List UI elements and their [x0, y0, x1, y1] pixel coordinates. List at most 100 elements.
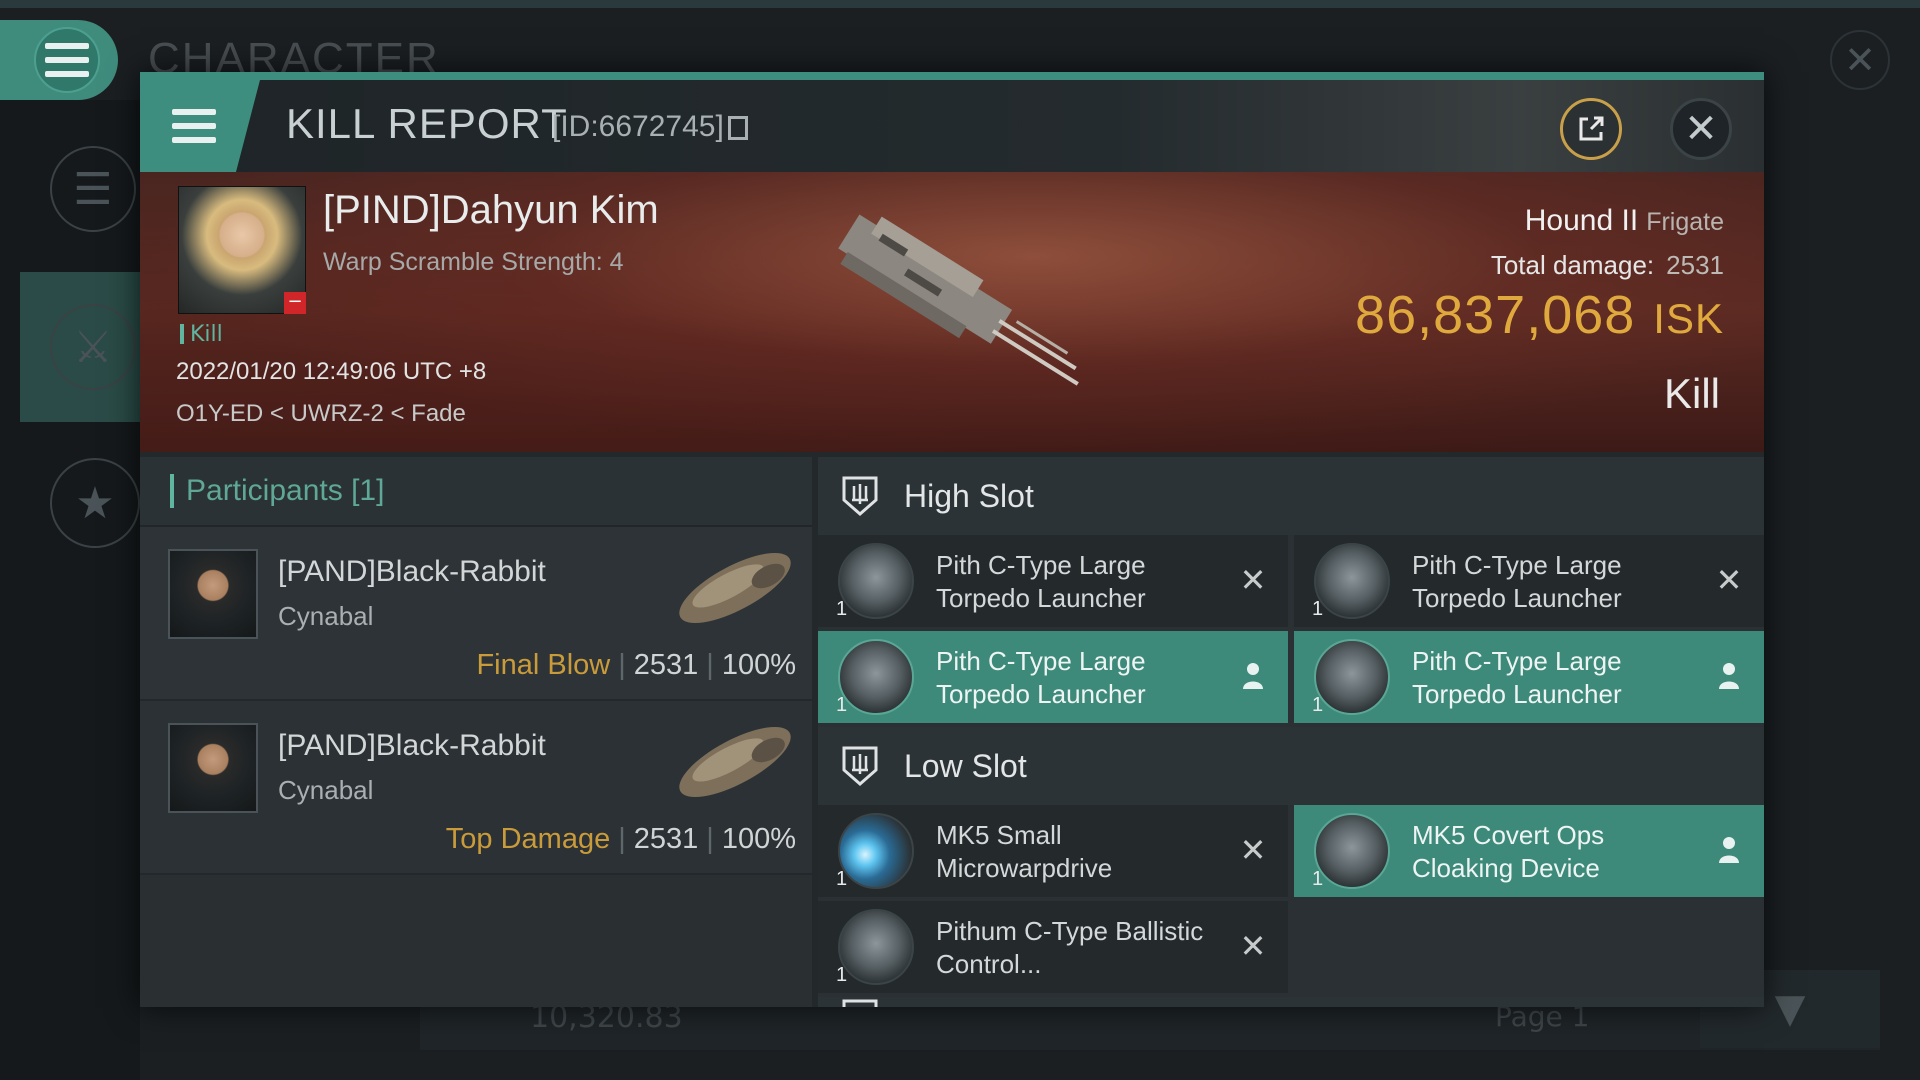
empty-slot: [1294, 901, 1764, 993]
low-slot-header: Low Slot: [818, 727, 1764, 805]
participant-avatar[interactable]: [168, 723, 258, 813]
module-item[interactable]: 1 Pith C-Type Large Torpedo Launcher: [1294, 631, 1764, 723]
kill-result-label: Kill: [1663, 370, 1720, 417]
module-name: MK5 Small Microwarpdrive: [936, 820, 1113, 883]
module-quantity: 1: [836, 964, 848, 986]
participant-damage: 2531: [633, 823, 699, 855]
module-item[interactable]: 1 Pith C-Type Large Torpedo Launcher: [818, 631, 1288, 723]
module-item[interactable]: 1 MK5 Covert Ops Cloaking Device: [1294, 805, 1764, 897]
participant-percent: 100%: [721, 649, 796, 681]
dropped-person-icon: [1714, 835, 1744, 865]
victim-banner: − [PIND]Dahyun Kim Warp Scramble Strengt…: [140, 172, 1764, 452]
participants-title: Participants [1]: [186, 474, 385, 507]
participant-name: [PAND]Black-Rabbit: [278, 729, 546, 762]
menu-icon: [34, 27, 100, 93]
participant-ship: Cynabal: [278, 601, 374, 631]
module-name: Pith C-Type Large Torpedo Launcher: [1412, 646, 1622, 709]
participants-header: Participants [1]: [140, 457, 812, 527]
module-quantity: 1: [1312, 694, 1324, 716]
modal-menu-button[interactable]: [140, 80, 260, 172]
crossed-swords-icon[interactable]: ⚔: [50, 304, 136, 390]
total-damage: Total damage: 2531: [1491, 250, 1724, 281]
module-item[interactable]: 1 Pithum C-Type Ballistic Control... ✕: [818, 901, 1288, 993]
participant-row[interactable]: [PAND]Black-Rabbit Cynabal Top Damage | 25…: [140, 701, 812, 875]
module-quantity: 1: [836, 694, 848, 716]
total-damage-value: 2531: [1666, 250, 1724, 280]
torpedo-launcher-icon: [1314, 543, 1390, 619]
high-slot-header: High Slot: [818, 457, 1764, 535]
module-name: Pithum C-Type Ballistic Control...: [936, 916, 1204, 979]
destroyed-x-icon: ✕: [1239, 927, 1267, 965]
copy-icon[interactable]: [727, 116, 748, 141]
background-close-icon[interactable]: ✕: [1830, 30, 1890, 90]
list-icon[interactable]: ☰: [50, 146, 136, 232]
modal-accent-line: [140, 72, 1764, 80]
destroyed-x-icon: ✕: [1239, 561, 1267, 599]
isk-value: 86,837,068 ISK: [1355, 284, 1724, 346]
low-slot-grid: 1 MK5 Small Microwarpdrive ✕ 1 MK5 Cover…: [818, 805, 1764, 997]
participant-name: [PAND]Black-Rabbit: [278, 555, 546, 588]
stat-divider: |: [706, 649, 714, 681]
module-item[interactable]: 1 Pith C-Type Large Torpedo Launcher ✕: [818, 535, 1288, 627]
module-quantity: 1: [1312, 868, 1324, 890]
top-bar: [0, 0, 1920, 8]
kill-location: O1Y-ED < UWRZ-2 < Fade: [176, 400, 466, 427]
menu-icon: [172, 109, 216, 143]
external-link-icon: [1579, 116, 1604, 141]
participant-avatar[interactable]: [168, 549, 258, 639]
dropped-person-icon: [1238, 661, 1268, 691]
stat-divider: |: [706, 823, 714, 855]
module-quantity: 1: [1312, 598, 1324, 620]
module-item[interactable]: 1 MK5 Small Microwarpdrive ✕: [818, 805, 1288, 897]
participants-header-accent: [170, 474, 174, 508]
report-id: [ID:6672745]: [552, 110, 748, 144]
mid-slot-header: [818, 997, 1764, 1007]
main-menu-button[interactable]: [0, 20, 118, 100]
high-slot-icon: [842, 476, 878, 516]
low-slot-icon: [842, 746, 878, 786]
low-slot-title: Low Slot: [904, 747, 1027, 784]
torpedo-launcher-icon: [1314, 639, 1390, 715]
module-quantity: 1: [836, 868, 848, 890]
victim-ship-name[interactable]: Hound II: [1525, 204, 1638, 237]
victim-status-badge: −: [284, 292, 306, 314]
torpedo-launcher-icon: [838, 543, 914, 619]
victim-ship: Hound II Frigate: [1525, 204, 1724, 238]
sidebar: [0, 100, 140, 1080]
star-icon[interactable]: ★: [50, 458, 140, 548]
module-name: MK5 Covert Ops Cloaking Device: [1412, 820, 1605, 883]
victim-name[interactable]: [PIND]Dahyun Kim: [323, 188, 659, 233]
victim-kill-tag: Kill: [180, 322, 223, 347]
module-name: Pith C-Type Large Torpedo Launcher: [1412, 550, 1622, 613]
participant-row[interactable]: [PAND]Black-Rabbit Cynabal Final Blow | 25…: [140, 527, 812, 701]
report-id-text: [ID:6672745]: [552, 110, 724, 143]
module-name: Pith C-Type Large Torpedo Launcher: [936, 646, 1146, 709]
victim-subtitle: Warp Scramble Strength: 4: [323, 248, 624, 276]
torpedo-launcher-icon: [838, 639, 914, 715]
high-slot-title: High Slot: [904, 477, 1034, 514]
ballistic-control-icon: [838, 909, 914, 985]
destroyed-x-icon: ✕: [1715, 561, 1743, 599]
microwarpdrive-icon: [838, 813, 914, 889]
kill-datetime: 2022/01/20 12:49:06 UTC +8: [176, 358, 487, 385]
participant-role: Final Blow: [476, 649, 611, 681]
participant-ship-image: [679, 727, 791, 797]
victim-ship-image: [838, 214, 1079, 386]
kill-report-modal: KILL REPORT [ID:6672745] ✕ − [PIND]Dahyu…: [140, 72, 1764, 1007]
close-icon: ✕: [1684, 106, 1718, 152]
participant-stats: Top Damage | 2531 | 100%: [446, 823, 796, 856]
destroyed-x-icon: ✕: [1239, 831, 1267, 869]
participant-role: Top Damage: [445, 823, 611, 855]
participant-damage: 2531: [633, 649, 699, 681]
module-name: Pith C-Type Large Torpedo Launcher: [936, 550, 1146, 613]
close-button[interactable]: ✕: [1670, 98, 1732, 160]
share-button[interactable]: [1560, 98, 1622, 160]
participant-stats: Final Blow | 2531 | 100%: [476, 649, 796, 682]
isk-amount: 86,837,068: [1355, 285, 1636, 345]
fitting-panel: High Slot 1 Pith C-Type Large Torpedo La…: [818, 457, 1764, 1007]
stat-divider: |: [618, 649, 626, 681]
victim-ship-class: Frigate: [1646, 208, 1724, 236]
mid-slot-icon: [842, 999, 878, 1007]
module-item[interactable]: 1 Pith C-Type Large Torpedo Launcher ✕: [1294, 535, 1764, 627]
total-damage-label: Total damage:: [1490, 250, 1655, 280]
